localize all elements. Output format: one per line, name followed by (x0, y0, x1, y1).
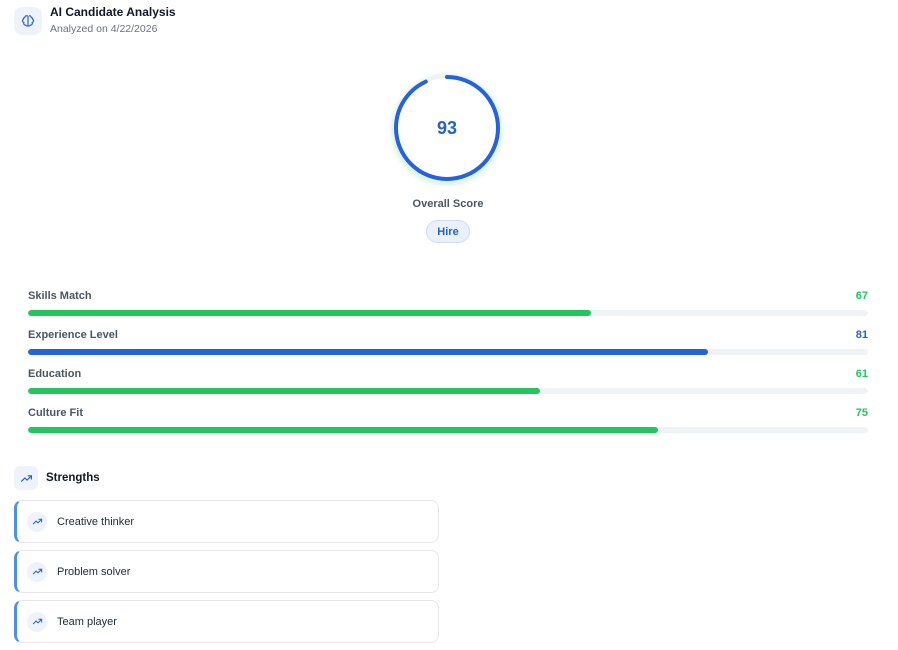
overall-score-label: Overall Score (412, 198, 484, 210)
overall-score-ring: 93 (389, 70, 505, 186)
metrics-list: Skills Match 67 Experience Level 81 Educ… (28, 289, 868, 445)
metric-label: Culture Fit (28, 407, 83, 419)
metric-track (28, 349, 868, 355)
metric-track (28, 427, 868, 433)
overall-score-value: 93 (436, 117, 458, 138)
trending-up-icon (27, 561, 47, 582)
strengths-list: Creative thinker Problem solver Team pla… (14, 500, 439, 643)
metric-label: Skills Match (28, 290, 92, 302)
trending-up-icon (14, 466, 38, 490)
metric-fill (28, 388, 541, 394)
strengths-title: Strengths (46, 472, 100, 484)
recommendation-badge: Hire (426, 220, 470, 243)
metric-skills-match: Skills Match 67 (28, 289, 868, 328)
metric-education: Education 61 (28, 367, 868, 406)
strength-label: Creative thinker (57, 515, 135, 528)
trending-up-icon (27, 611, 47, 632)
strength-item: Creative thinker (14, 500, 439, 543)
strength-item: Problem solver (14, 550, 439, 593)
brain-icon (14, 6, 42, 35)
strength-label: Team player (57, 615, 117, 628)
metric-value: 67 (855, 290, 868, 302)
metric-experience-level: Experience Level 81 (28, 328, 868, 367)
metric-value: 81 (855, 329, 868, 341)
analysis-date: Analyzed on 4/22/2026 (50, 23, 158, 35)
page-title: AI Candidate Analysis (50, 5, 176, 19)
analysis-header: AI Candidate Analysis Analyzed on 4/22/2… (14, 5, 176, 36)
metric-label: Education (28, 368, 82, 380)
strength-label: Problem solver (57, 565, 131, 578)
strengths-section: Strengths Creative thinker Problem solve… (14, 466, 439, 650)
metric-value: 61 (855, 368, 868, 380)
metric-fill (28, 310, 591, 316)
metric-value: 75 (855, 407, 868, 419)
trending-up-icon (27, 511, 47, 532)
metric-fill (28, 427, 658, 433)
metric-track (28, 388, 868, 394)
metric-track (28, 310, 868, 316)
metric-label: Experience Level (28, 329, 118, 341)
metric-fill (28, 349, 709, 355)
metric-culture-fit: Culture Fit 75 (28, 406, 868, 445)
strength-item: Team player (14, 600, 439, 643)
